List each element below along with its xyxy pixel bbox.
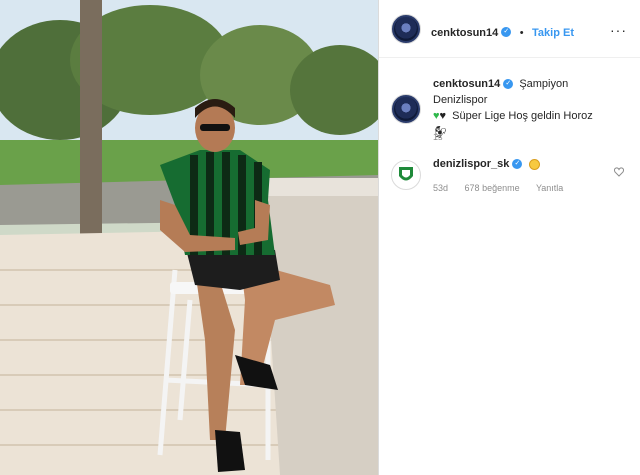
- post-photo[interactable]: [0, 0, 378, 475]
- comment-age: 53d: [433, 183, 449, 193]
- reply-button[interactable]: Yanıtla: [536, 183, 563, 193]
- commenter-avatar[interactable]: [391, 160, 421, 190]
- commenter-username[interactable]: denizlispor_sk: [433, 158, 509, 170]
- black-heart-icon: ♥: [439, 110, 447, 122]
- denizlispor-crest-icon: [399, 167, 413, 181]
- comment-likes[interactable]: 678 beğenme: [465, 183, 520, 193]
- comment-body: denizlispor_sk ✓: [433, 158, 541, 170]
- post-header: cenktosun14 ✓ • Takip Et ···: [379, 0, 640, 58]
- verified-badge-icon: ✓: [512, 159, 523, 170]
- post-sidebar: cenktosun14 ✓ • Takip Et ··· cenktosun14 ✓…: [378, 0, 640, 475]
- separator-dot: •: [519, 27, 524, 39]
- caption-avatar[interactable]: [391, 94, 421, 124]
- smiling-face-icon: [529, 158, 541, 170]
- caption-hearts: ♥♥: [433, 108, 446, 124]
- ellipsis-icon[interactable]: ···: [610, 22, 627, 38]
- caption-username[interactable]: cenktosun14: [433, 78, 500, 90]
- photo-illustration: [0, 0, 378, 475]
- post-time[interactable]: 1s: [433, 132, 443, 142]
- author-avatar[interactable]: [391, 14, 421, 44]
- follow-button[interactable]: Takip Et: [532, 27, 574, 39]
- verified-badge-icon: ✓: [501, 26, 512, 37]
- verified-badge-icon: ✓: [503, 79, 514, 90]
- caption-line2: Süper Lige Hoş geldin Horoz: [452, 110, 593, 122]
- caption-text: cenktosun14 ✓ Şampiyon Denizlispor ♥♥ Süp…: [433, 76, 623, 141]
- comment-meta: 53d 678 beğenme Yanıtla: [433, 183, 577, 193]
- author-username[interactable]: cenktosun14: [431, 27, 498, 39]
- header-meta: cenktosun14 ✓ • Takip Et: [431, 23, 574, 41]
- heart-outline-icon[interactable]: [613, 164, 625, 177]
